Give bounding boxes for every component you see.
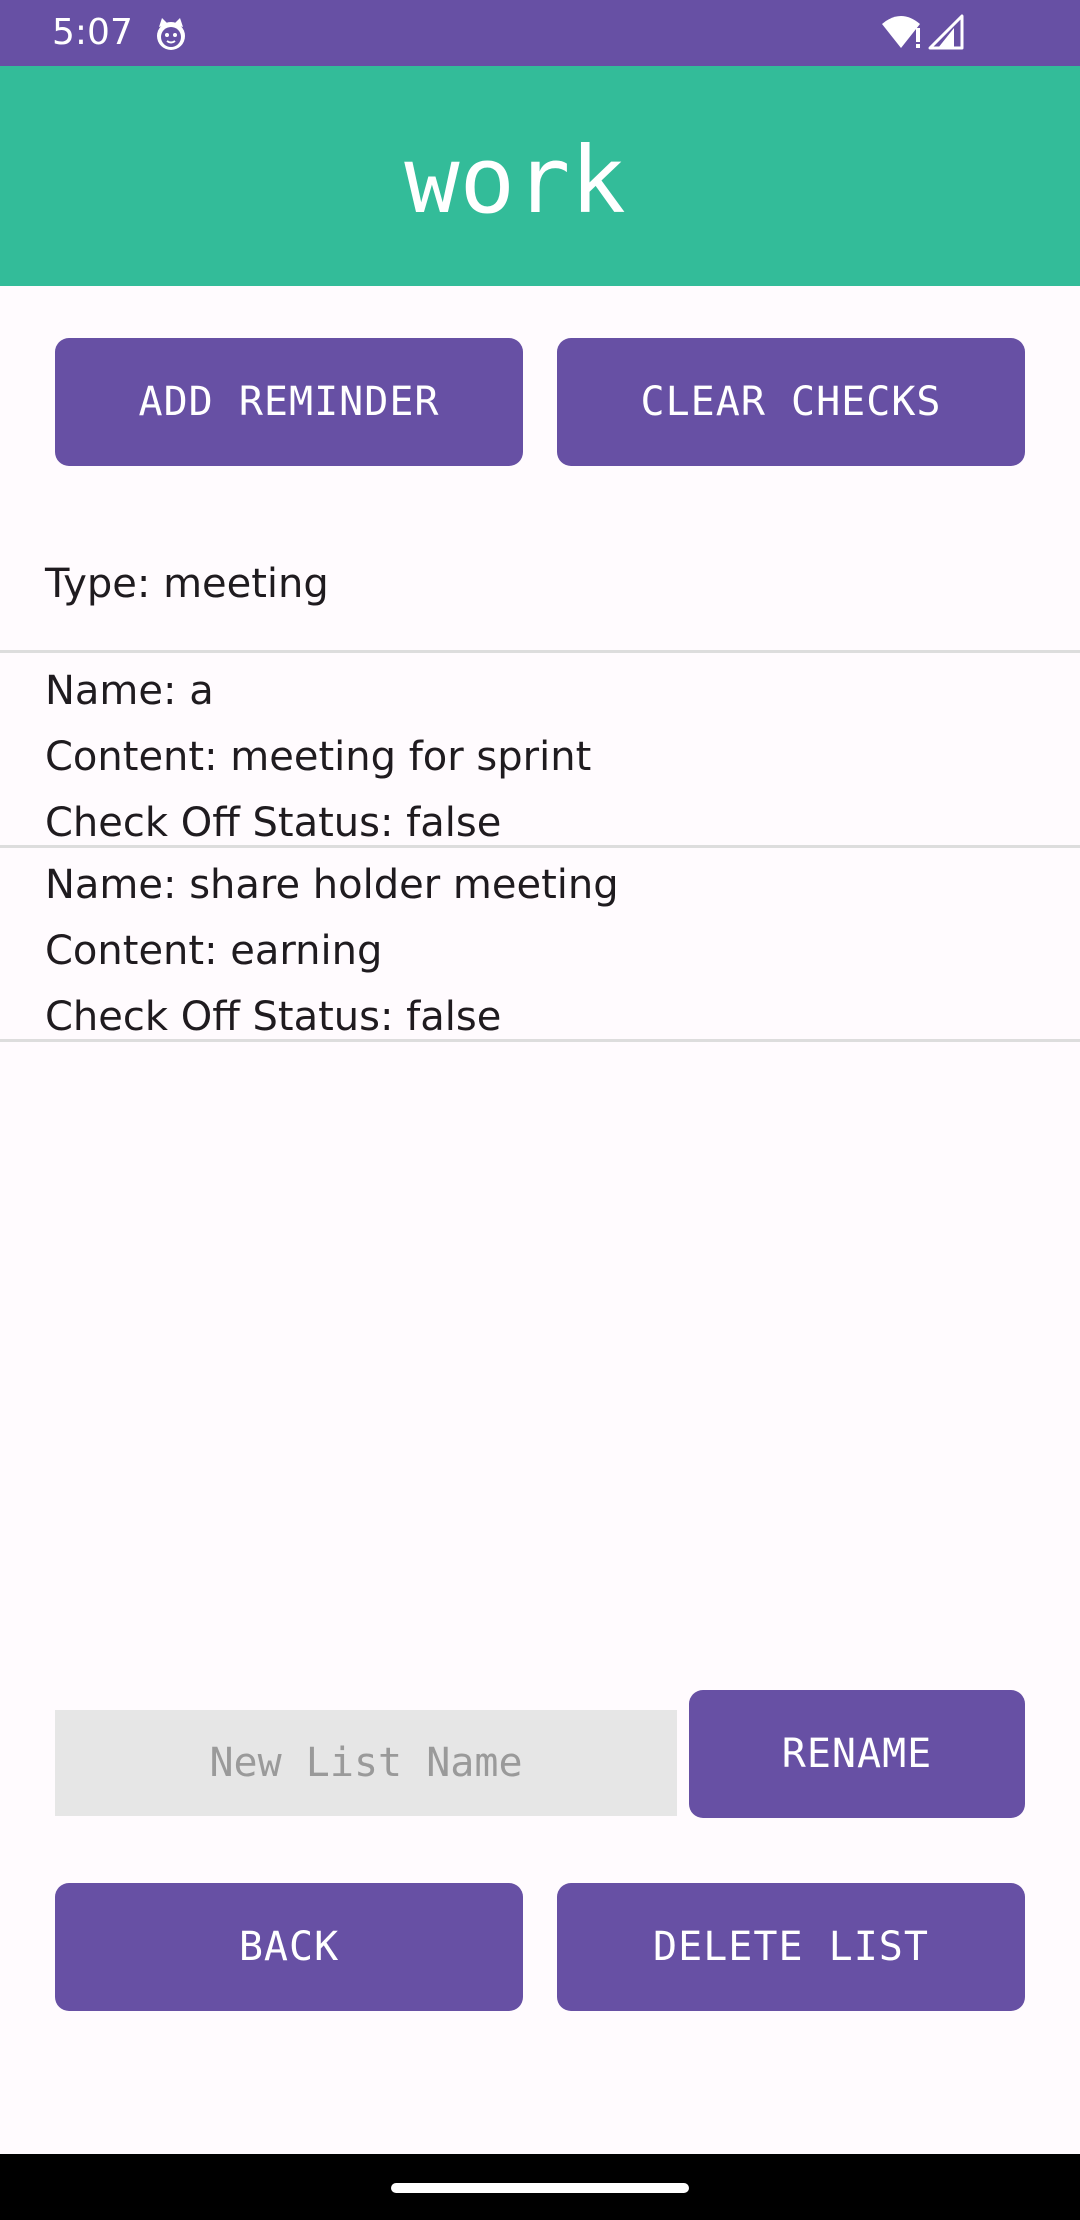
wifi-icon	[882, 16, 920, 48]
reminder-content: Content: meeting for sprint	[45, 734, 592, 780]
list-item[interactable]: Name: a Content: meeting for sprint Chec…	[45, 658, 1045, 856]
reminder-name: Name: share holder meeting	[45, 862, 619, 908]
reminder-name: Name: a	[45, 668, 214, 714]
new-list-name-input[interactable]	[55, 1710, 677, 1816]
reminder-content: Content: earning	[45, 928, 383, 974]
delete-list-button[interactable]: DELETE LIST	[557, 1883, 1025, 2011]
divider	[0, 1039, 1080, 1042]
home-gesture-handle[interactable]	[391, 2183, 689, 2193]
list-item[interactable]: Name: share holder meeting Content: earn…	[45, 852, 1045, 1050]
divider	[0, 845, 1080, 848]
status-time: 5:07	[52, 12, 133, 53]
navigation-bar	[0, 2154, 1080, 2220]
app-bar: work	[0, 66, 1080, 286]
back-button[interactable]: BACK	[55, 1883, 523, 2011]
status-bar: 5:07	[0, 0, 1080, 66]
divider	[0, 650, 1080, 653]
reminder-type-label: Type: meeting	[45, 561, 329, 607]
add-reminder-button[interactable]: ADD REMINDER	[55, 338, 523, 466]
rename-button[interactable]: RENAME	[689, 1690, 1025, 1818]
page-title: work	[404, 127, 626, 234]
signal-icon	[928, 14, 964, 50]
clear-checks-button[interactable]: CLEAR CHECKS	[557, 338, 1025, 466]
cat-notification-icon	[157, 18, 185, 50]
